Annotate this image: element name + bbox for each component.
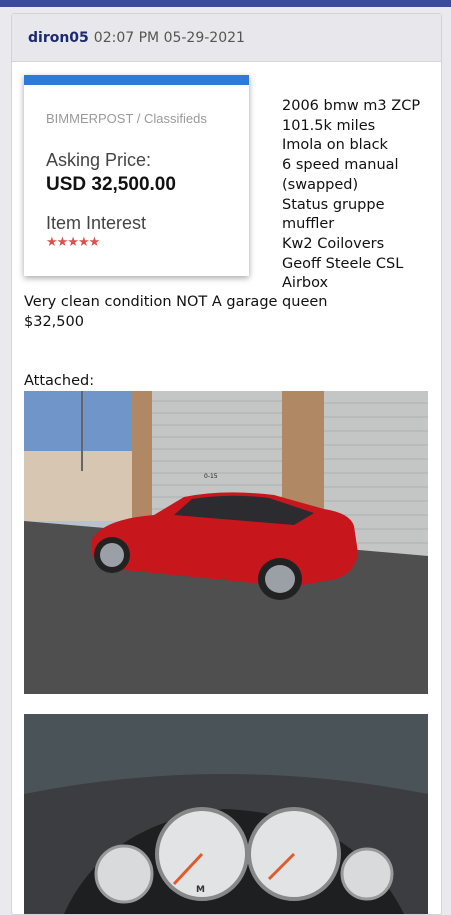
box-stripe — [24, 75, 249, 85]
desc-line: Geoff Steele CSL — [282, 255, 404, 272]
condition-text: Very clean condition NOT A garage queen — [24, 294, 328, 310]
interest-stars: ★★★★★ — [46, 234, 100, 249]
attached-label: Attached: — [24, 373, 95, 389]
item-interest-label: Item Interest — [46, 213, 147, 233]
attached-photo-gauges[interactable]: M — [24, 714, 428, 914]
car-photo-svg: 0-15 — [24, 391, 428, 694]
price-text: $32,500 — [24, 314, 84, 330]
desc-line: muffler — [282, 216, 335, 233]
desc-line: Airbox — [282, 275, 329, 292]
desc-line: Status gruppe — [282, 196, 385, 213]
post-header: diron05 02:07 PM 05-29-2021 — [12, 14, 441, 62]
desc-line: 101.5k miles — [282, 117, 376, 134]
gauges-photo-svg: M — [24, 714, 428, 914]
top-bar — [0, 0, 451, 7]
site-label: BIMMERPOST / Classifieds — [46, 111, 207, 126]
username-link[interactable]: diron05 — [28, 30, 89, 46]
asking-price-value: USD 32,500.00 — [46, 174, 176, 195]
desc-line: Kw2 Coilovers — [282, 235, 385, 252]
garage-sign: 0-15 — [204, 473, 218, 480]
desc-line: Imola on black — [282, 137, 388, 154]
description-list: 2006 bmw m3 ZCP 101.5k miles Imola on bl… — [282, 97, 437, 294]
post-card: diron05 02:07 PM 05-29-2021 BIMMERPOST /… — [11, 13, 442, 915]
desc-line: (swapped) — [282, 176, 359, 193]
attached-photo-car[interactable]: 0-15 — [24, 391, 428, 694]
m-badge: M — [196, 885, 205, 895]
desc-line: 2006 bmw m3 ZCP — [282, 98, 421, 114]
post-timestamp: 02:07 PM 05-29-2021 — [93, 29, 245, 46]
asking-price-label: Asking Price: — [46, 150, 152, 170]
classified-info-box: BIMMERPOST / Classifieds Asking Price: U… — [24, 75, 249, 276]
desc-line: 6 speed manual — [282, 157, 399, 174]
